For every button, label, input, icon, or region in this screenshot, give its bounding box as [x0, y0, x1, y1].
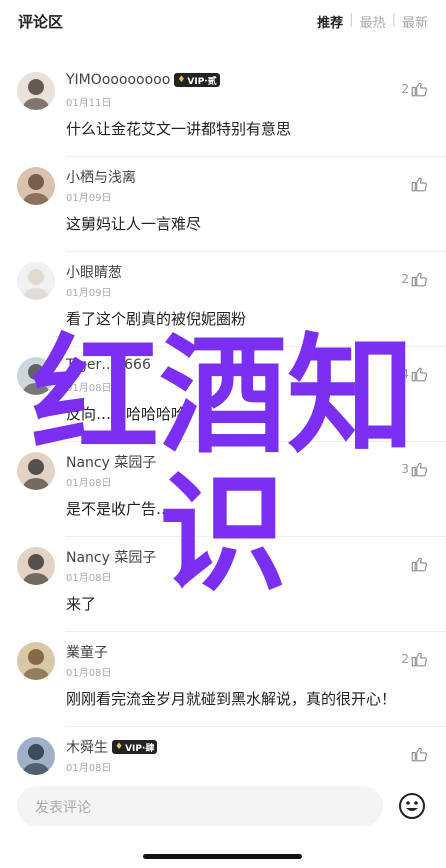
comment-input-placeholder: 发表评论	[35, 800, 91, 816]
comment-date: 01月09日	[66, 288, 112, 299]
like-count: 4	[401, 367, 409, 381]
like-button[interactable]: 2	[401, 650, 428, 668]
comment-author[interactable]: Tiger…u666	[66, 357, 151, 373]
comment-input[interactable]: 发表评论	[17, 786, 383, 826]
comment-author[interactable]: Nancy 菜园子	[66, 452, 156, 472]
author-name: Nancy 菜园子	[66, 550, 157, 566]
like-button[interactable]: 4	[401, 365, 428, 383]
avatar[interactable]	[17, 72, 55, 110]
tab-recommended[interactable]: 推荐	[311, 12, 343, 31]
thumbs-up-icon	[411, 82, 427, 97]
avatar[interactable]	[17, 737, 55, 775]
avatar[interactable]	[17, 357, 55, 395]
like-count: 3	[401, 462, 409, 476]
comment-item[interactable]: 業童子 01月08日 刚刚看完流金岁月就碰到黑水解说，真的很开心！ 2	[0, 632, 446, 727]
comment-date: 01月09日	[66, 193, 112, 204]
like-button[interactable]	[409, 555, 428, 573]
comment-input-bar: 发表评论	[0, 776, 446, 836]
avatar[interactable]	[17, 642, 55, 680]
comment-item[interactable]: Nancy 菜园子 01月08日 来了	[0, 537, 446, 632]
vip-badge-label: VIP·贰	[187, 76, 217, 87]
thumbs-up-icon	[411, 652, 427, 667]
like-button[interactable]	[409, 175, 428, 193]
comment-text: 什么让金花艾文一讲都特别有意思	[66, 120, 292, 138]
comment-author[interactable]: 小眼睛葱	[66, 262, 122, 282]
thumbs-up-icon	[411, 557, 427, 572]
comment-item[interactable]: Tiger…u666 01月08日 反向…利哈哈哈哈 4	[0, 347, 446, 442]
comment-author[interactable]: 小栖与浅离	[66, 167, 136, 187]
author-name: 木舜生	[66, 740, 108, 756]
thumbs-up-icon	[411, 272, 427, 287]
like-count: 2	[401, 82, 409, 96]
like-count: 2	[401, 272, 409, 286]
tab-newest[interactable]: 最新	[396, 12, 428, 31]
author-name: Nancy 菜园子	[66, 455, 157, 471]
comment-text: 是不是收广告…	[66, 500, 172, 518]
comment-author[interactable]: YIMOoooooooo ♦ VIP·贰	[66, 72, 220, 88]
thumbs-up-icon	[411, 367, 427, 382]
emoji-icon[interactable]	[398, 792, 426, 820]
comment-date: 01月08日	[66, 763, 112, 774]
comment-date: 01月08日	[66, 573, 112, 584]
vip-crown-icon: ♦	[177, 75, 186, 85]
comment-date: 01月08日	[66, 668, 112, 679]
comment-list: YIMOoooooooo ♦ VIP·贰 01月11日 什么让金花艾文一讲都特别有…	[0, 62, 446, 822]
comment-author[interactable]: 業童子	[66, 642, 108, 662]
author-name: YIMOoooooooo	[66, 72, 171, 88]
like-button[interactable]	[409, 745, 428, 763]
thumbs-up-icon	[411, 177, 427, 192]
author-name: 業童子	[66, 645, 108, 661]
avatar[interactable]	[17, 167, 55, 205]
comment-author[interactable]: 木舜生 ♦ VIP·肆	[66, 737, 158, 757]
home-indicator	[143, 854, 302, 859]
tab-hottest[interactable]: 最热	[354, 12, 386, 31]
like-count: 2	[401, 652, 409, 666]
avatar[interactable]	[17, 452, 55, 490]
comment-date: 01月08日	[66, 383, 112, 394]
comment-item[interactable]: 小眼睛葱 01月09日 看了这个剧真的被倪妮圈粉 2	[0, 252, 446, 347]
avatar[interactable]	[17, 262, 55, 300]
comment-date: 01月11日	[66, 98, 112, 109]
comment-text: 刚刚看完流金岁月就碰到黑水解说，真的很开心！	[66, 690, 397, 708]
author-name: 小眼睛葱	[66, 265, 122, 281]
sort-tabs: 推荐 | 最热 | 最新	[311, 12, 428, 31]
comment-text: 看了这个剧真的被倪妮圈粉	[66, 310, 247, 328]
author-name: Tiger…u666	[66, 357, 151, 373]
like-button[interactable]: 3	[401, 460, 428, 478]
avatar[interactable]	[17, 547, 55, 585]
author-name: 小栖与浅离	[66, 170, 136, 186]
comment-text: 来了	[66, 595, 97, 613]
vip-badge: ♦ VIP·肆	[112, 740, 158, 754]
comment-text: 反向…利哈哈哈哈	[66, 405, 187, 423]
thumbs-up-icon	[411, 747, 427, 762]
vip-crown-icon: ♦	[115, 742, 124, 752]
page-title: 评论区	[18, 13, 64, 31]
comment-text: 这舅妈让人一言难尽	[66, 215, 202, 233]
like-button[interactable]: 2	[401, 270, 428, 288]
comment-author[interactable]: Nancy 菜园子	[66, 547, 156, 567]
vip-badge-label: VIP·肆	[125, 743, 155, 754]
thumbs-up-icon	[411, 462, 427, 477]
comment-date: 01月08日	[66, 478, 112, 489]
comment-item[interactable]: YIMOoooooooo ♦ VIP·贰 01月11日 什么让金花艾文一讲都特别有…	[0, 62, 446, 157]
vip-badge: ♦ VIP·贰	[174, 73, 220, 87]
like-button[interactable]: 2	[401, 80, 428, 98]
header: 评论区 推荐 | 最热 | 最新	[0, 0, 446, 44]
comment-item[interactable]: Nancy 菜园子 01月08日 是不是收广告… 3	[0, 442, 446, 537]
comment-item[interactable]: 小栖与浅离 01月09日 这舅妈让人一言难尽	[0, 157, 446, 252]
